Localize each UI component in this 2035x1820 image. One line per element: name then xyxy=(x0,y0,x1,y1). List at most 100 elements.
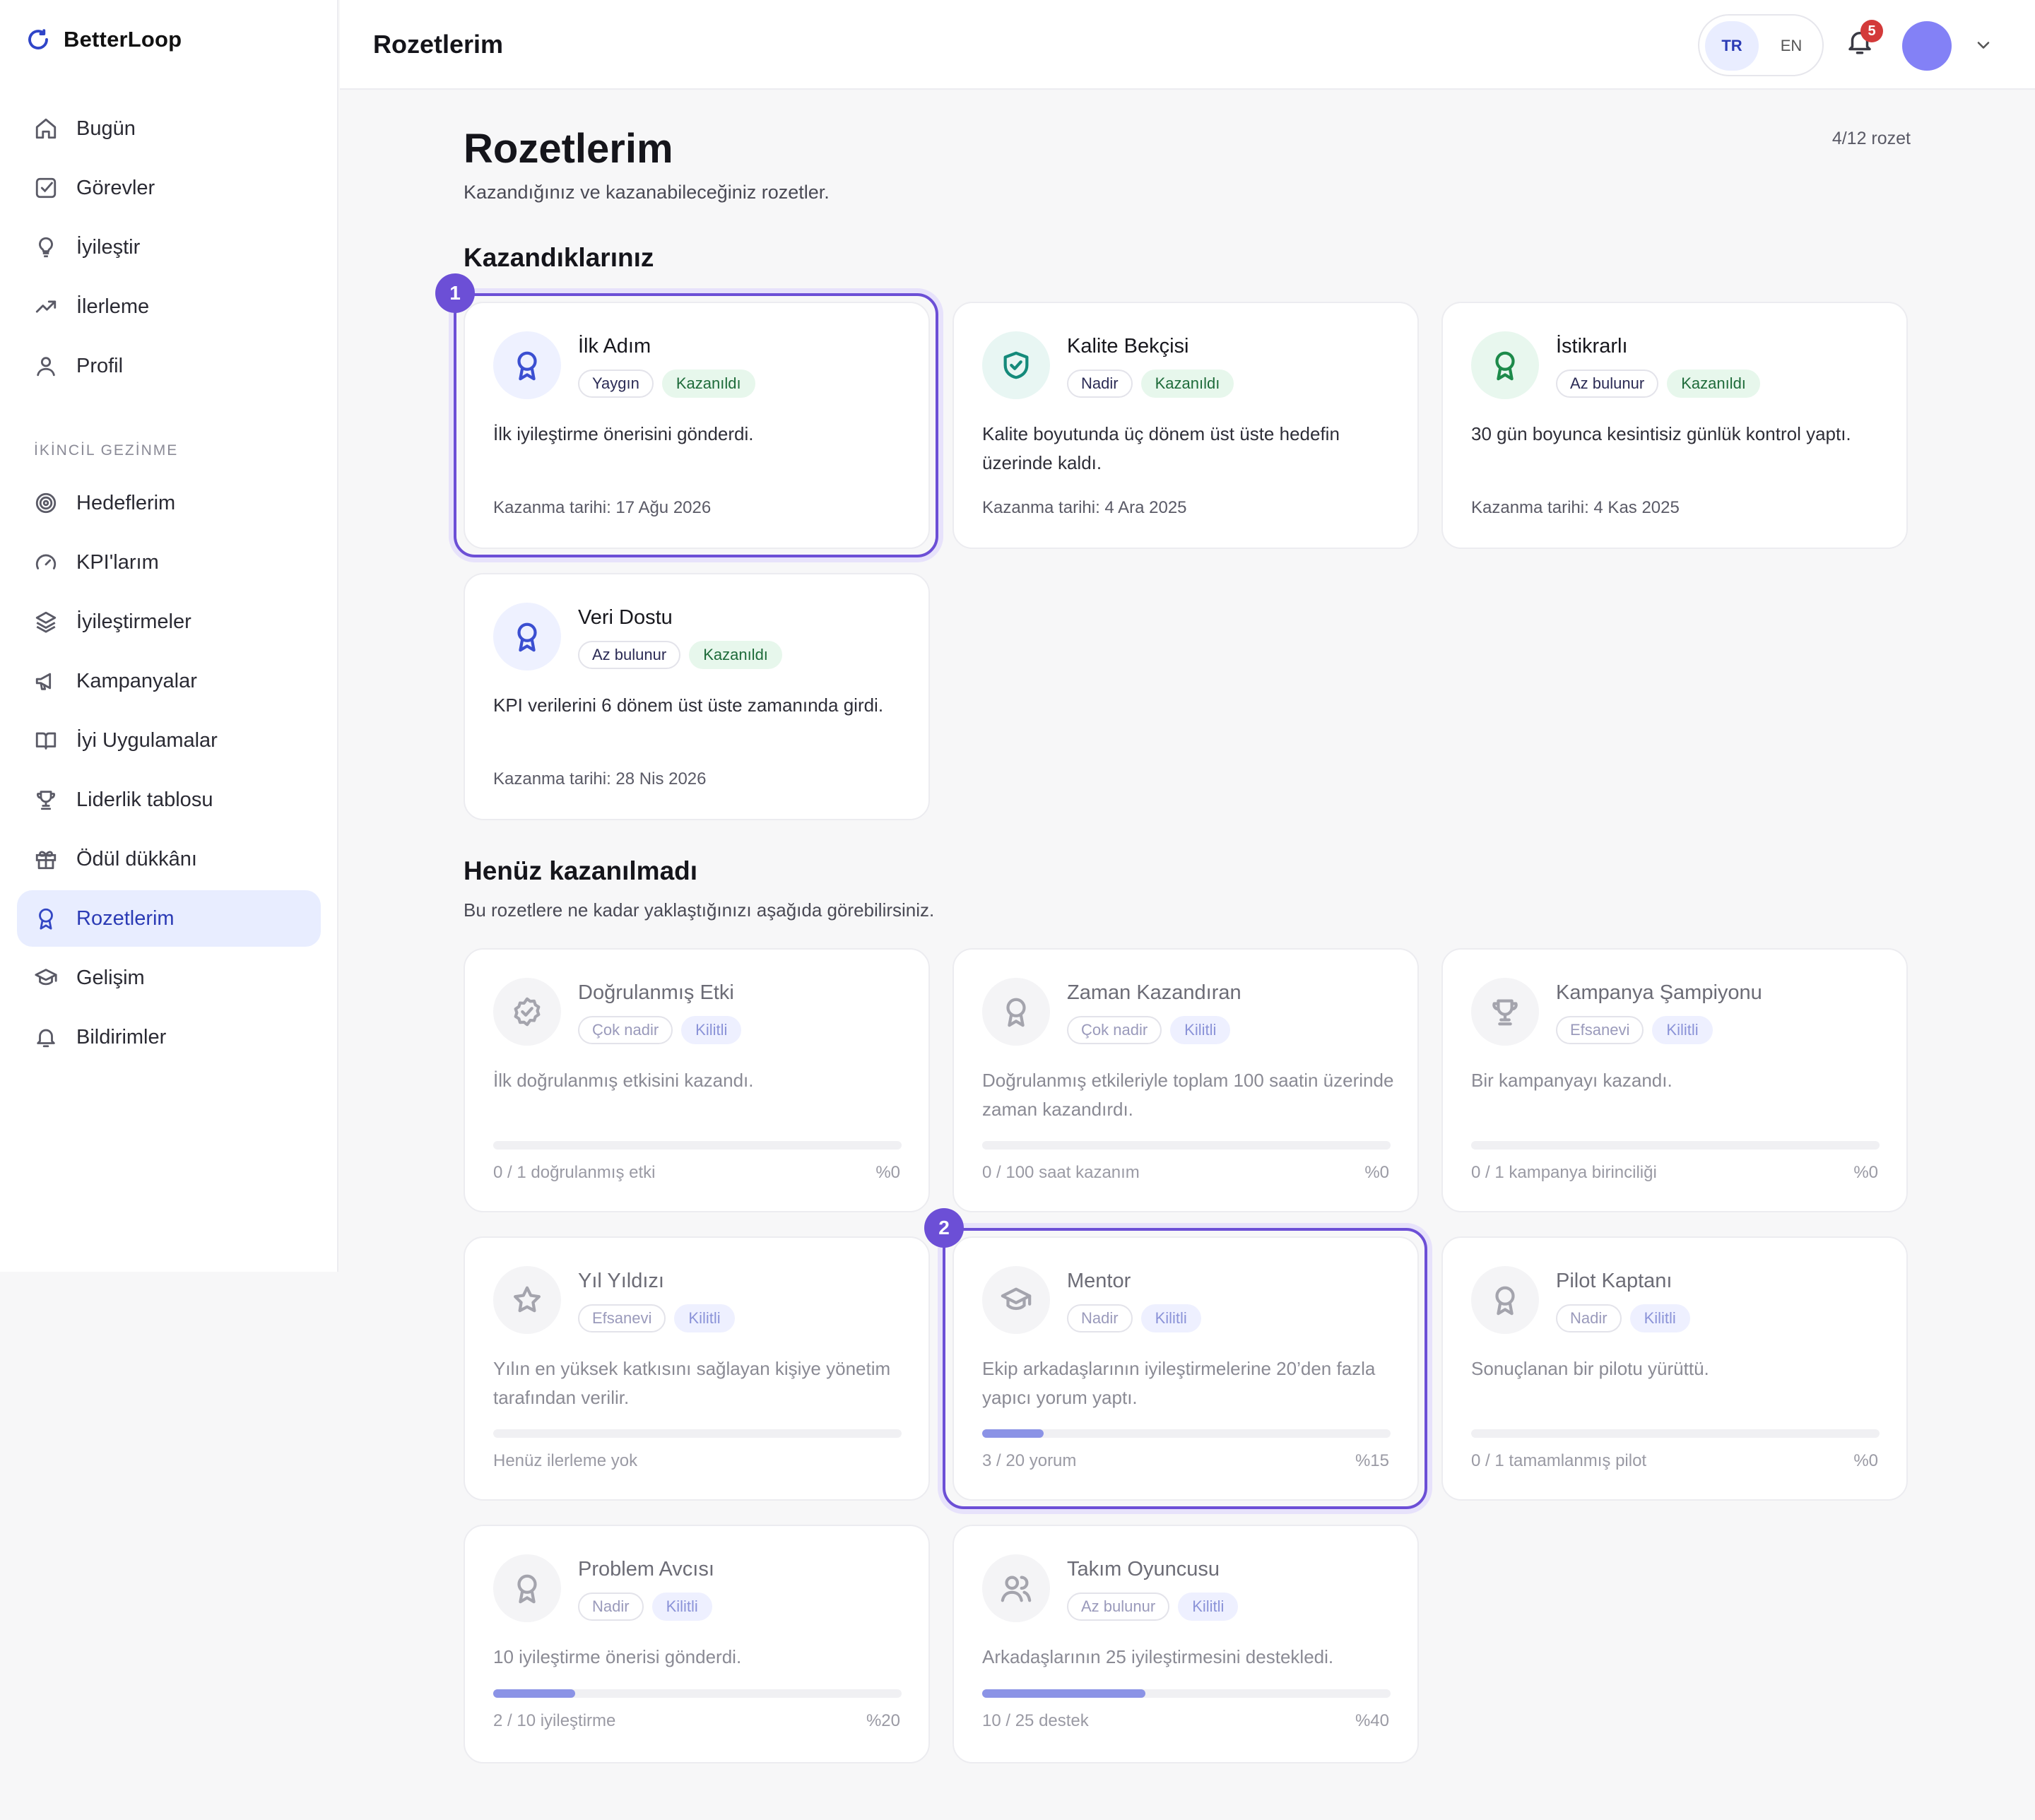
sidebar-item-iyi-uygulamalar[interactable]: İyi Uygulamalar xyxy=(17,712,321,769)
progress-percent: %0 xyxy=(1853,1163,1878,1182)
award-icon xyxy=(1495,1286,1515,1316)
progress-label: 0 / 1 tamamlanmış pilot xyxy=(1471,1451,1647,1470)
locked-subtitle: Bu rozetlere ne kadar yaklaştığınızı aşa… xyxy=(464,899,935,921)
badge-pills: Nadir Kilitli xyxy=(1556,1304,1690,1332)
rarity-pill: Çok nadir xyxy=(1067,1016,1162,1044)
step-marker: 1 xyxy=(435,273,475,313)
badge-pills: Çok nadir Kilitli xyxy=(578,1016,742,1044)
badge-icon-circle xyxy=(982,978,1050,1046)
locked-badge-card[interactable]: Doğrulanmış Etki Çok nadir Kilitli İlk d… xyxy=(464,948,930,1212)
badge-title: Problem Avcısı xyxy=(578,1558,714,1580)
award-icon xyxy=(517,1574,537,1604)
locked-badge-card[interactable]: Takım Oyuncusu Az bulunur Kilitli Arkada… xyxy=(952,1525,1419,1763)
progress-track xyxy=(982,1689,1391,1698)
sidebar-item-label: Liderlik tablosu xyxy=(76,788,213,811)
sidebar-item-label: Kampanyalar xyxy=(76,669,197,692)
badge-description: İlk doğrulanmış etkisini kazandı. xyxy=(493,1070,754,1091)
sidebar-item-label: Profil xyxy=(76,354,124,377)
badge-title: Kalite Bekçisi xyxy=(1067,335,1189,358)
selection-highlight xyxy=(454,293,938,557)
locked-badge-card[interactable]: Zaman Kazandıran Çok nadir Kilitli Doğru… xyxy=(952,948,1419,1212)
badge-title: Takım Oyuncusu xyxy=(1067,1558,1220,1580)
sidebar-item-label: İyileştirmeler xyxy=(76,610,191,633)
sidebar-item-label: Bildirimler xyxy=(76,1025,167,1048)
locked-badge-card[interactable]: Problem Avcısı Nadir Kilitli 10 iyileşti… xyxy=(464,1525,930,1763)
trophy-icon xyxy=(37,791,55,810)
sidebar-item-label: Rozetlerim xyxy=(76,906,175,930)
badge-icon-circle xyxy=(493,603,561,670)
page-subtitle: Kazandığınız ve kazanabileceğiniz rozetl… xyxy=(464,182,830,203)
gift-icon xyxy=(35,851,57,870)
status-pill: Kilitli xyxy=(1178,1592,1239,1621)
badge-pills: Nadir Kazanıldı xyxy=(1067,370,1234,398)
progress-label: 2 / 10 iyileştirme xyxy=(493,1711,616,1730)
badge-pills: Çok nadir Kilitli xyxy=(1067,1016,1231,1044)
status-pill: Kilitli xyxy=(651,1592,712,1621)
locked-badge-card[interactable]: Yıl Yıldızı Efsanevi Kilitli Yılın en yü… xyxy=(464,1236,930,1501)
sidebar-item-liderlik-tablosu[interactable]: Liderlik tablosu xyxy=(17,772,321,828)
sidebar-item-label: İyi Uygulamalar xyxy=(76,728,218,752)
badge-earned-date: Kazanma tarihi: 28 Nis 2026 xyxy=(493,769,707,788)
sidebar-item-label: Gelişim xyxy=(76,966,145,989)
earned-badge-card[interactable]: Veri Dostu Az bulunur Kazanıldı KPI veri… xyxy=(464,573,930,820)
badge-description: Kalite boyutunda üç dönem üst üste hedef… xyxy=(982,423,1340,473)
sidebar-item-kpilarim[interactable]: KPI'larım xyxy=(17,534,321,591)
progress-fill xyxy=(982,1689,1146,1698)
progress-track xyxy=(493,1141,902,1150)
rarity-pill: Az bulunur xyxy=(578,641,681,669)
status-pill: Kilitli xyxy=(681,1016,742,1044)
sidebar-item-gelisim[interactable]: Gelişim xyxy=(17,950,321,1006)
lang-en-button[interactable]: EN xyxy=(1764,21,1818,71)
rarity-pill: Az bulunur xyxy=(1067,1592,1170,1621)
sidebar-item-iyilestirmeler[interactable]: İyileştirmeler xyxy=(17,593,321,650)
topbar: Rozetlerim TR EN 5 xyxy=(340,0,2035,90)
sidebar-item-ilerleme[interactable]: İlerleme xyxy=(17,278,321,335)
sidebar-item-kampanyalar[interactable]: Kampanyalar xyxy=(17,653,321,709)
badge-icon-circle xyxy=(1471,1266,1539,1334)
badge-title: Doğrulanmış Etki xyxy=(578,981,734,1004)
account-menu-button[interactable] xyxy=(1974,35,1993,55)
progress-track xyxy=(1471,1141,1880,1150)
locked-badge-card[interactable]: Pilot Kaptanı Nadir Kilitli Sonuçlanan b… xyxy=(1441,1236,1908,1501)
sidebar-item-bugun[interactable]: Bugün xyxy=(17,100,321,157)
checkbox-icon xyxy=(35,177,57,199)
earned-badge-card[interactable]: İstikrarlı Az bulunur Kazanıldı 30 gün b… xyxy=(1441,302,1908,549)
sidebar-item-gorevler[interactable]: Görevler xyxy=(17,160,321,216)
avatar[interactable] xyxy=(1902,21,1952,71)
sidebar-nav: Bugün Görevler İyileştir İlerleme Profil… xyxy=(17,100,321,1068)
graduation-cap-icon xyxy=(35,969,57,986)
sidebar-item-rozetlerim[interactable]: Rozetlerim xyxy=(17,890,321,947)
rarity-pill: Nadir xyxy=(578,1592,644,1621)
badge-icon-circle xyxy=(982,331,1050,399)
sidebar: BetterLoop Bugün Görevler İyileştir İler… xyxy=(0,0,338,1272)
progress-percent: %0 xyxy=(1853,1451,1878,1470)
notifications-count-badge: 5 xyxy=(1860,20,1883,42)
badge-title: Kampanya Şampiyonu xyxy=(1556,981,1762,1004)
earned-badge-card[interactable]: Kalite Bekçisi Nadir Kazanıldı Kalite bo… xyxy=(952,302,1419,549)
progress-track xyxy=(493,1689,902,1698)
topbar-title: Rozetlerim xyxy=(373,30,504,59)
sidebar-item-profil[interactable]: Profil xyxy=(17,338,321,394)
lang-tr-button[interactable]: TR xyxy=(1705,21,1759,71)
sidebar-item-iyilestir[interactable]: İyileştir xyxy=(17,219,321,276)
megaphone-icon xyxy=(35,673,52,690)
rarity-pill: Nadir xyxy=(1556,1304,1622,1332)
badge-description: Yılın en yüksek katkısını sağlayan kişiy… xyxy=(493,1358,891,1408)
sidebar-item-bildirimler[interactable]: Bildirimler xyxy=(17,1009,321,1065)
badge-earned-date: Kazanma tarihi: 4 Kas 2025 xyxy=(1471,498,1680,517)
sidebar-item-odul-dukkani[interactable]: Ödül dükkânı xyxy=(17,831,321,887)
trending-up-icon xyxy=(35,300,57,313)
sidebar-item-label: Hedeflerim xyxy=(76,491,176,514)
status-pill: Kilitli xyxy=(1170,1016,1231,1044)
brand[interactable]: BetterLoop xyxy=(25,25,182,54)
status-pill: Kilitli xyxy=(674,1304,735,1332)
badge-description: 30 gün boyunca kesintisiz günlük kontrol… xyxy=(1471,423,1851,444)
progress-label: 0 / 1 doğrulanmış etki xyxy=(493,1163,656,1182)
sidebar-item-hedeflerim[interactable]: Hedeflerim xyxy=(17,475,321,531)
rarity-pill: Efsanevi xyxy=(1556,1016,1644,1044)
home-icon xyxy=(35,118,57,139)
locked-badge-card[interactable]: Kampanya Şampiyonu Efsanevi Kilitli Bir … xyxy=(1441,948,1908,1212)
gauge-icon xyxy=(35,554,57,569)
users-icon xyxy=(1001,1576,1032,1602)
badge-pills: Efsanevi Kilitli xyxy=(578,1304,735,1332)
